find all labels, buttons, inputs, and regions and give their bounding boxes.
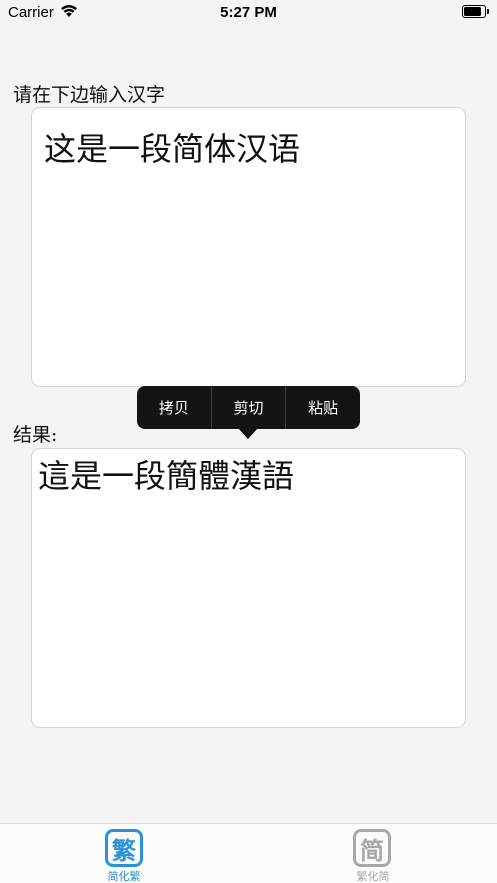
tab-label: 繁化简 [356, 870, 390, 883]
copy-menu-item[interactable]: 拷贝 [137, 386, 212, 429]
status-bar: Carrier 5:27 PM [0, 0, 497, 28]
result-textarea[interactable]: 這是一段簡體漢語 [31, 448, 466, 728]
input-textarea[interactable]: 这是一段简体汉语 [31, 107, 466, 387]
simplified-char-icon: 简 [353, 829, 391, 867]
context-menu-arrow [238, 428, 258, 439]
cut-menu-item[interactable]: 剪切 [212, 386, 287, 429]
input-text: 这是一段简体汉语 [44, 130, 301, 168]
tab-traditional-to-simplified[interactable]: 简 繁化简 [249, 824, 497, 883]
result-label: 结果: [13, 424, 58, 446]
tab-label: 简化繁 [107, 870, 141, 883]
battery-icon [462, 5, 489, 18]
tab-simplified-to-traditional[interactable]: 繁 简化繁 [0, 824, 248, 883]
input-label: 请在下边输入汉字 [13, 84, 166, 106]
clock: 5:27 PM [220, 4, 277, 21]
traditional-char-icon: 繁 [105, 829, 143, 867]
edit-context-menu: 拷贝 剪切 粘贴 [137, 386, 360, 429]
result-text: 這是一段簡體漢語 [38, 457, 295, 495]
paste-menu-item[interactable]: 粘贴 [286, 386, 360, 429]
tab-bar: 繁 简化繁 简 繁化简 [0, 823, 497, 883]
